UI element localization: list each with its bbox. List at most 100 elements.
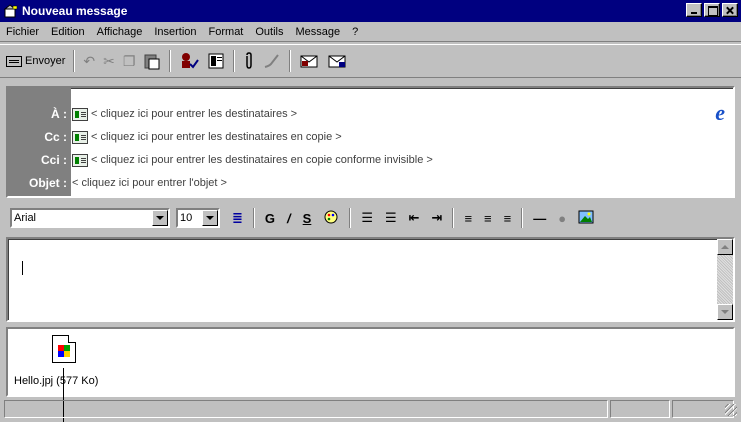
attachment-label[interactable]: Hello.jpj (577 Ko) (14, 375, 98, 387)
internet-explorer-icon: e (715, 100, 725, 125)
italic-button[interactable]: / (287, 211, 291, 226)
attachments-pane: Hello.jpj (577 Ko) (6, 327, 735, 397)
new-message-icon (3, 3, 19, 19)
bold-button[interactable]: G (265, 211, 275, 226)
attach-icon (246, 52, 253, 69)
bullet-list-icon: ☰ (384, 210, 397, 225)
undo-icon: ↶ (83, 53, 96, 69)
paragraph-style-button[interactable]: ≣ (232, 210, 243, 226)
menu-insertion[interactable]: Insertion (154, 26, 196, 38)
address-book-icon[interactable] (72, 107, 88, 121)
align-left-button[interactable]: ≡ (464, 211, 472, 226)
palette-icon (324, 210, 338, 223)
title-bar[interactable]: Nouveau message (0, 0, 741, 22)
decrease-indent-button[interactable]: ⇤ (409, 210, 420, 226)
underline-button[interactable]: S (303, 211, 312, 226)
image-file-icon[interactable] (52, 335, 76, 363)
minimize-button[interactable] (686, 3, 702, 17)
vertical-scrollbar[interactable] (717, 239, 733, 320)
bcc-label: Cci : (40, 153, 67, 167)
encrypt-button[interactable] (299, 50, 319, 72)
numbered-list-icon: ☰ (361, 210, 373, 225)
address-book-icon[interactable] (72, 153, 88, 167)
toolbar-separator (169, 50, 172, 72)
menu-help[interactable]: ? (352, 26, 358, 38)
font-size-select[interactable]: 10 (176, 208, 220, 228)
chevron-down-icon[interactable] (152, 210, 168, 226)
sign-icon (265, 54, 280, 68)
menu-message[interactable]: Message (296, 26, 341, 38)
maximize-button[interactable] (704, 3, 720, 17)
align-left-icon: ≡ (464, 210, 473, 226)
cc-field[interactable]: < cliquez ici pour entrer les destinatai… (91, 131, 342, 143)
paste-icon (144, 54, 160, 70)
subject-row[interactable]: Objet : < cliquez ici pour entrer l'obje… (8, 173, 227, 193)
resize-grip-icon[interactable] (725, 404, 737, 416)
chevron-down-icon[interactable] (202, 210, 218, 226)
subject-field[interactable]: < cliquez ici pour entrer l'objet > (72, 177, 227, 189)
paragraph-style-icon: ≣ (232, 210, 243, 225)
toolbar-separator (233, 50, 236, 72)
sign-button[interactable] (263, 50, 281, 72)
check-names-button[interactable] (179, 50, 200, 72)
send-button[interactable]: Envoyer (6, 50, 65, 72)
horizontal-line-icon: — (533, 210, 547, 226)
menu-outils[interactable]: Outils (255, 26, 283, 38)
close-button[interactable] (722, 3, 738, 17)
message-header: À : < cliquez ici pour entrer les destin… (6, 86, 735, 198)
scroll-up-arrow-icon[interactable] (717, 239, 733, 255)
toolbar-separator (73, 50, 76, 72)
undo-button[interactable]: ↶ (83, 50, 95, 72)
numbered-list-button[interactable]: ☰ (361, 210, 373, 226)
mail-icon (328, 55, 346, 68)
attach-button[interactable] (243, 50, 255, 72)
format-separator (252, 208, 255, 228)
mail-button[interactable] (327, 50, 347, 72)
copy-button[interactable]: ❐ (123, 50, 136, 72)
decrease-indent-icon: ⇤ (408, 210, 420, 225)
format-separator (452, 208, 455, 228)
menu-fichier[interactable]: Fichier (6, 26, 39, 38)
increase-indent-icon: ⇥ (431, 210, 443, 225)
font-name-select[interactable]: Arial (10, 208, 170, 228)
menu-affichage[interactable]: Affichage (97, 26, 143, 38)
align-right-button[interactable]: ≡ (504, 211, 512, 226)
toolbar: Envoyer ↶ ✂ ❐ (0, 44, 741, 78)
to-row[interactable]: À : < cliquez ici pour entrer les destin… (8, 104, 297, 124)
align-center-icon: ≡ (484, 210, 492, 226)
window-title: Nouveau message (22, 4, 128, 18)
image-icon (578, 210, 594, 223)
menu-edition[interactable]: Edition (51, 26, 85, 38)
cut-button[interactable]: ✂ (103, 50, 115, 72)
menu-format[interactable]: Format (209, 26, 244, 38)
text-caret (22, 261, 23, 275)
font-color-button[interactable] (323, 209, 339, 228)
scroll-down-arrow-icon[interactable] (717, 304, 733, 320)
menu-bar: Fichier Edition Affichage Insertion Form… (0, 22, 741, 42)
horizontal-line-button[interactable]: — (533, 211, 546, 226)
address-book-button[interactable] (207, 50, 225, 72)
font-name-value: Arial (14, 212, 37, 224)
format-separator (521, 208, 524, 228)
cc-row[interactable]: Cc : < cliquez ici pour entrer les desti… (8, 127, 342, 147)
cut-icon: ✂ (103, 53, 115, 69)
send-label: Envoyer (25, 55, 66, 67)
check-names-icon (182, 53, 200, 69)
globe-link-icon: ● (558, 210, 567, 226)
toolbar-separator (289, 50, 292, 72)
address-book-icon[interactable] (72, 130, 88, 144)
paste-button[interactable] (143, 50, 161, 72)
message-body-editor[interactable] (6, 237, 735, 322)
align-center-button[interactable]: ≡ (484, 211, 492, 226)
bullet-list-button[interactable]: ☰ (385, 210, 397, 226)
insert-link-button[interactable]: ● (558, 211, 566, 226)
bcc-field[interactable]: < cliquez ici pour entrer les destinatai… (91, 154, 433, 166)
font-size-value: 10 (180, 212, 193, 224)
status-panel-main (4, 400, 608, 418)
bcc-row[interactable]: Cci : < cliquez ici pour entrer les dest… (8, 150, 433, 170)
cc-label: Cc : (44, 130, 67, 144)
insert-image-button[interactable] (578, 209, 594, 228)
increase-indent-button[interactable]: ⇥ (432, 210, 443, 226)
align-right-icon: ≡ (503, 210, 512, 226)
to-field[interactable]: < cliquez ici pour entrer les destinatai… (91, 108, 297, 120)
